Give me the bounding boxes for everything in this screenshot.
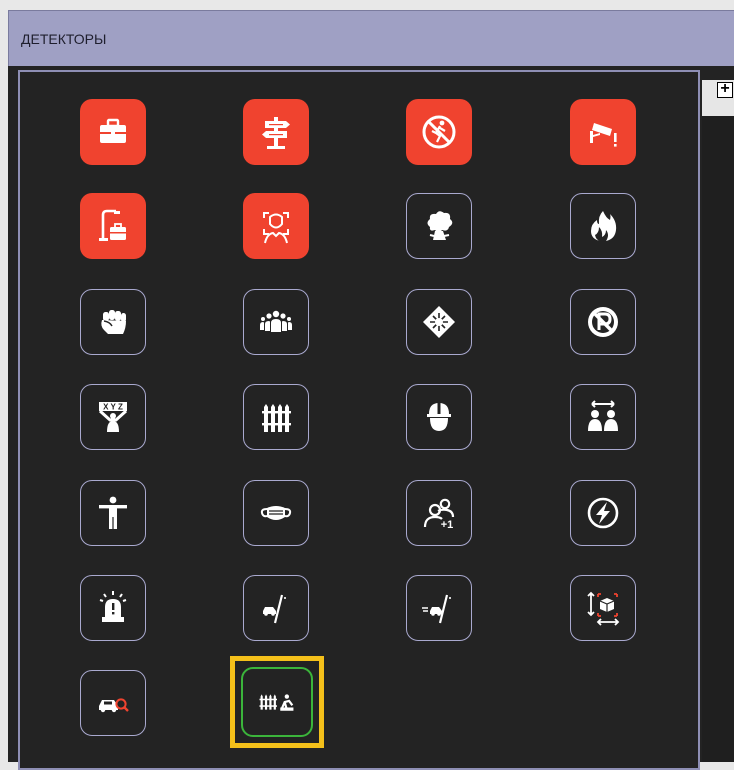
detector-smoke[interactable] bbox=[406, 193, 472, 259]
signpost-icon bbox=[262, 117, 290, 149]
people-plus-one-icon: +1 bbox=[423, 498, 455, 531]
detector-fist[interactable] bbox=[80, 289, 146, 355]
detector-abandoned-bag[interactable] bbox=[80, 193, 146, 259]
crowd-icon bbox=[260, 310, 292, 332]
no-running-icon bbox=[422, 115, 456, 149]
abandoned-bag-icon bbox=[99, 209, 126, 241]
face-scan-icon bbox=[263, 212, 289, 244]
fence-icon bbox=[262, 404, 291, 432]
detector-camera-alert[interactable] bbox=[570, 99, 636, 165]
no-parking-icon bbox=[588, 307, 618, 337]
briefcase-icon bbox=[100, 118, 126, 143]
detector-vehicle-search[interactable] bbox=[80, 670, 146, 736]
smoke-icon bbox=[427, 211, 453, 240]
detector-face-mask[interactable] bbox=[243, 480, 309, 546]
people-distance-icon bbox=[588, 400, 618, 431]
person-tpose-icon bbox=[99, 496, 127, 529]
fist-icon bbox=[101, 310, 126, 334]
detector-fire[interactable] bbox=[570, 193, 636, 259]
window-title: ДЕТЕКТОРЫ bbox=[21, 31, 107, 47]
svg-text:+1: +1 bbox=[441, 519, 454, 531]
detector-hard-hat[interactable] bbox=[406, 384, 472, 450]
window-title-bar: ДЕТЕКТОРЫ bbox=[8, 10, 734, 66]
vehicle-search-icon bbox=[99, 698, 129, 713]
fence-person-icon bbox=[259, 694, 294, 711]
right-panel bbox=[702, 116, 734, 762]
area-icon bbox=[423, 306, 455, 338]
car-speed-line-icon bbox=[422, 594, 451, 624]
car-line-icon bbox=[263, 594, 286, 624]
detector-car-line[interactable] bbox=[243, 575, 309, 641]
power-icon bbox=[587, 497, 619, 529]
detector-xyz-person[interactable]: X Y Z bbox=[80, 384, 146, 450]
hard-hat-icon bbox=[427, 403, 451, 431]
detector-box-measure[interactable] bbox=[570, 575, 636, 641]
expand-button[interactable]: + bbox=[717, 81, 733, 98]
detector-briefcase[interactable] bbox=[80, 99, 146, 165]
detector-car-speed-line[interactable] bbox=[406, 575, 472, 641]
box-measure-icon bbox=[587, 591, 620, 626]
detector-signpost[interactable] bbox=[243, 99, 309, 165]
detector-face-scan[interactable] bbox=[243, 193, 309, 259]
fire-icon bbox=[591, 211, 617, 241]
alarm-light-icon bbox=[99, 591, 127, 622]
svg-text:X Y Z: X Y Z bbox=[103, 403, 123, 412]
camera-alert-icon bbox=[590, 123, 617, 147]
detector-people-plus-one[interactable]: +1 bbox=[406, 480, 472, 546]
detector-alarm-light[interactable] bbox=[80, 575, 146, 641]
detector-no-running[interactable] bbox=[406, 99, 472, 165]
detector-crowd[interactable] bbox=[243, 289, 309, 355]
detector-fence[interactable] bbox=[243, 384, 309, 450]
face-mask-icon bbox=[260, 506, 292, 520]
detector-area[interactable] bbox=[406, 289, 472, 355]
detector-people-distance[interactable] bbox=[570, 384, 636, 450]
detector-power[interactable] bbox=[570, 480, 636, 546]
xyz-person-icon: X Y Z bbox=[98, 402, 128, 432]
detector-fence-person[interactable] bbox=[241, 667, 313, 737]
detector-no-parking[interactable] bbox=[570, 289, 636, 355]
detector-person-tpose[interactable] bbox=[80, 480, 146, 546]
